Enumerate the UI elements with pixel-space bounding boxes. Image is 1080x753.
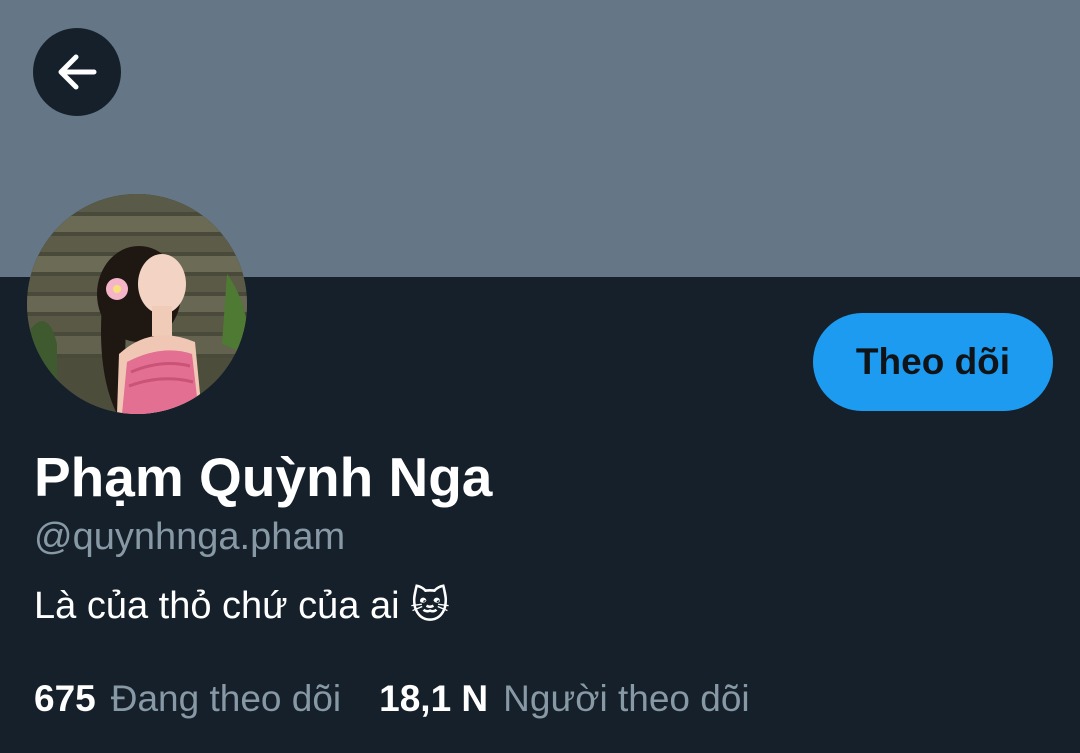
follow-button[interactable]: Theo dõi xyxy=(813,313,1053,411)
display-name: Phạm Quỳnh Nga xyxy=(34,446,493,508)
follow-stats: 675 Đang theo dõi 18,1 N Người theo dõi xyxy=(34,676,750,722)
followers-label: Người theo dõi xyxy=(503,678,750,719)
back-button[interactable] xyxy=(33,28,121,116)
username-handle: @quynhnga.pham xyxy=(34,516,346,558)
avatar-photo xyxy=(27,194,247,414)
followers-stat[interactable]: 18,1 N Người theo dõi xyxy=(379,678,750,720)
avatar[interactable] xyxy=(27,194,247,414)
following-stat[interactable]: 675 Đang theo dõi xyxy=(34,678,341,720)
following-label: Đang theo dõi xyxy=(110,678,342,719)
profile-bio: Là của thỏ chứ của ai 🐱 xyxy=(34,585,450,627)
arrow-left-icon xyxy=(58,54,97,90)
following-count: 675 xyxy=(34,678,96,719)
followers-count: 18,1 N xyxy=(379,678,489,719)
